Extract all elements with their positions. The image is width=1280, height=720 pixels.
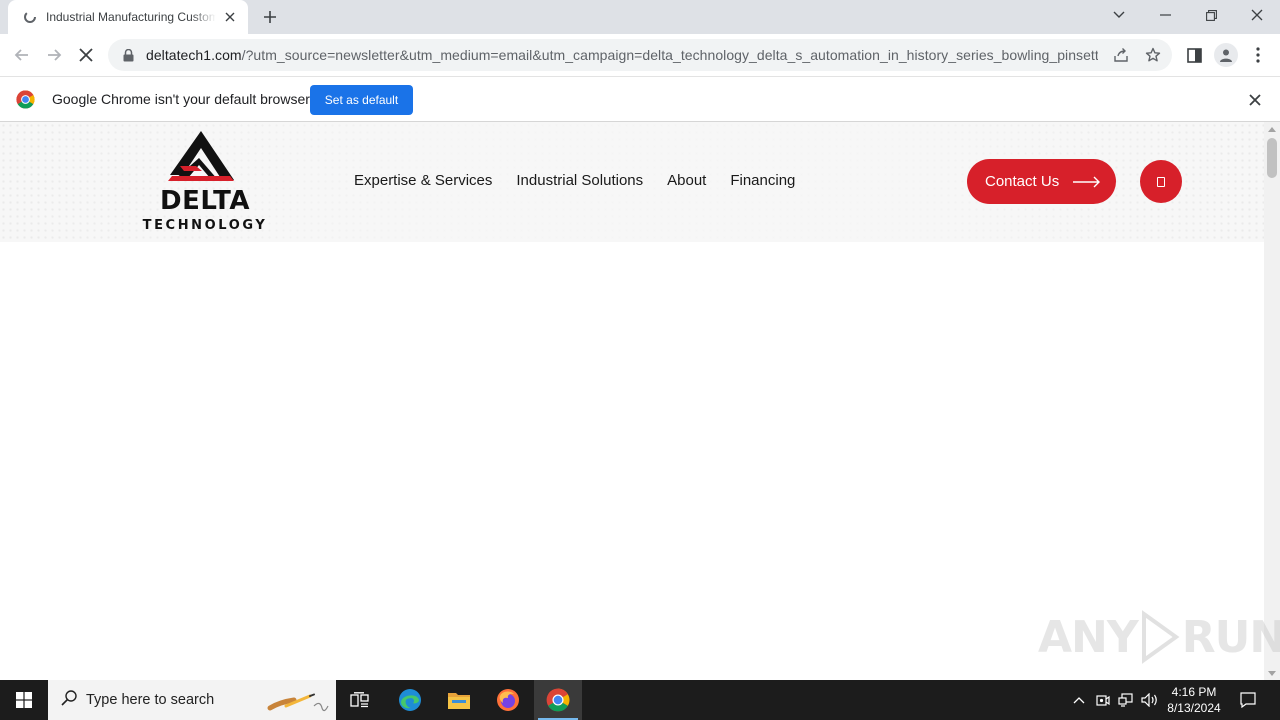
- tab-close-icon[interactable]: [222, 9, 238, 25]
- close-window-button[interactable]: [1234, 0, 1280, 30]
- loading-favicon-icon: [22, 9, 38, 25]
- browser-tab[interactable]: Industrial Manufacturing Custom Solution…: [8, 0, 248, 34]
- logo-subtitle: TECHNOLOGY: [142, 218, 268, 233]
- volume-icon[interactable]: [1139, 680, 1161, 720]
- nav-expertise-services[interactable]: Expertise & Services: [354, 172, 492, 189]
- square-icon: [1157, 176, 1165, 187]
- clock-time: 4:16 PM: [1171, 685, 1217, 699]
- windows-start-icon[interactable]: [0, 680, 48, 720]
- logo-wordmark: DELTA: [160, 186, 250, 216]
- scroll-down-icon[interactable]: [1268, 671, 1276, 676]
- default-browser-infobar: Google Chrome isn't your default browser…: [0, 76, 1280, 122]
- new-tab-button[interactable]: [258, 7, 282, 27]
- contact-us-label: Contact Us: [985, 173, 1060, 190]
- clock-date: 8/13/2024: [1167, 701, 1221, 715]
- scroll-up-icon[interactable]: [1268, 127, 1276, 132]
- taskbar-clock[interactable]: 4:16 PM 8/13/2024: [1162, 684, 1226, 716]
- network-icon[interactable]: [1115, 680, 1137, 720]
- tab-search-icon[interactable]: [1096, 0, 1142, 30]
- chrome-logo-icon: [16, 90, 35, 109]
- main-nav: Expertise & Services Industrial Solution…: [354, 172, 819, 189]
- delta-logo[interactable]: DELTA TECHNOLOGY: [140, 130, 270, 234]
- task-view-icon[interactable]: [336, 680, 384, 720]
- anyrun-watermark: ANY RUN: [1038, 610, 1280, 664]
- nav-industrial-solutions[interactable]: Industrial Solutions: [516, 172, 643, 189]
- minimize-button[interactable]: [1142, 0, 1188, 30]
- delta-triangle-icon: [168, 131, 234, 181]
- share-icon[interactable]: [1112, 46, 1130, 64]
- lock-icon[interactable]: [120, 47, 136, 63]
- taskbar-search-box[interactable]: Type here to search: [48, 680, 336, 720]
- page-viewport: DELTA TECHNOLOGY Expertise & Services In…: [0, 122, 1280, 680]
- back-button[interactable]: [8, 41, 36, 69]
- contact-us-button[interactable]: Contact Us: [967, 159, 1116, 204]
- watermark-right: RUN: [1181, 611, 1280, 663]
- address-bar[interactable]: deltatech1.com/?utm_source=newsletter&ut…: [108, 39, 1172, 71]
- tab-title: Industrial Manufacturing Custom Solution…: [46, 10, 216, 24]
- profile-avatar-icon[interactable]: [1214, 43, 1238, 67]
- nav-financing[interactable]: Financing: [730, 172, 795, 189]
- set-as-default-button[interactable]: Set as default: [310, 85, 413, 115]
- file-explorer-icon[interactable]: [435, 680, 483, 720]
- browser-toolbar: deltatech1.com/?utm_source=newsletter&ut…: [0, 34, 1280, 76]
- forward-button[interactable]: [40, 41, 68, 69]
- firefox-icon[interactable]: [484, 680, 532, 720]
- edge-browser-icon[interactable]: [386, 680, 434, 720]
- infobar-close-icon[interactable]: [1246, 91, 1264, 109]
- restore-button[interactable]: [1188, 0, 1234, 30]
- arrow-right-icon: [1073, 176, 1101, 188]
- nav-about[interactable]: About: [667, 172, 706, 189]
- url-host: deltatech1.com: [146, 47, 242, 63]
- watermark-left: ANY: [1038, 611, 1139, 663]
- infobar-message: Google Chrome isn't your default browser: [52, 91, 310, 107]
- watermark-play-icon: [1141, 610, 1180, 664]
- search-placeholder: Type here to search: [86, 692, 215, 708]
- notifications-icon[interactable]: [1234, 680, 1262, 720]
- menu-toggle-button[interactable]: [1140, 160, 1182, 203]
- tab-strip: Industrial Manufacturing Custom Solution…: [0, 0, 1280, 34]
- search-highlight-art: [267, 693, 329, 712]
- tray-chevron-up-icon[interactable]: [1068, 680, 1090, 720]
- site-header: DELTA TECHNOLOGY Expertise & Services In…: [0, 122, 1264, 242]
- windows-taskbar: Type here to search 4:16 PM 8/13/2024: [0, 680, 1280, 720]
- search-icon: [60, 689, 78, 712]
- side-panel-icon[interactable]: [1184, 45, 1204, 65]
- stop-loading-button[interactable]: [72, 41, 100, 69]
- url-path: /?utm_source=newsletter&utm_medium=email…: [241, 47, 1098, 63]
- chrome-taskbar-icon[interactable]: [534, 680, 582, 720]
- bookmark-star-icon[interactable]: [1144, 46, 1162, 64]
- menu-kebab-icon[interactable]: [1248, 45, 1268, 65]
- scrollbar-thumb[interactable]: [1267, 138, 1277, 178]
- page-scrollbar[interactable]: [1264, 122, 1280, 680]
- tray-meet-icon[interactable]: [1092, 680, 1114, 720]
- url-text[interactable]: deltatech1.com/?utm_source=newsletter&ut…: [146, 47, 1098, 63]
